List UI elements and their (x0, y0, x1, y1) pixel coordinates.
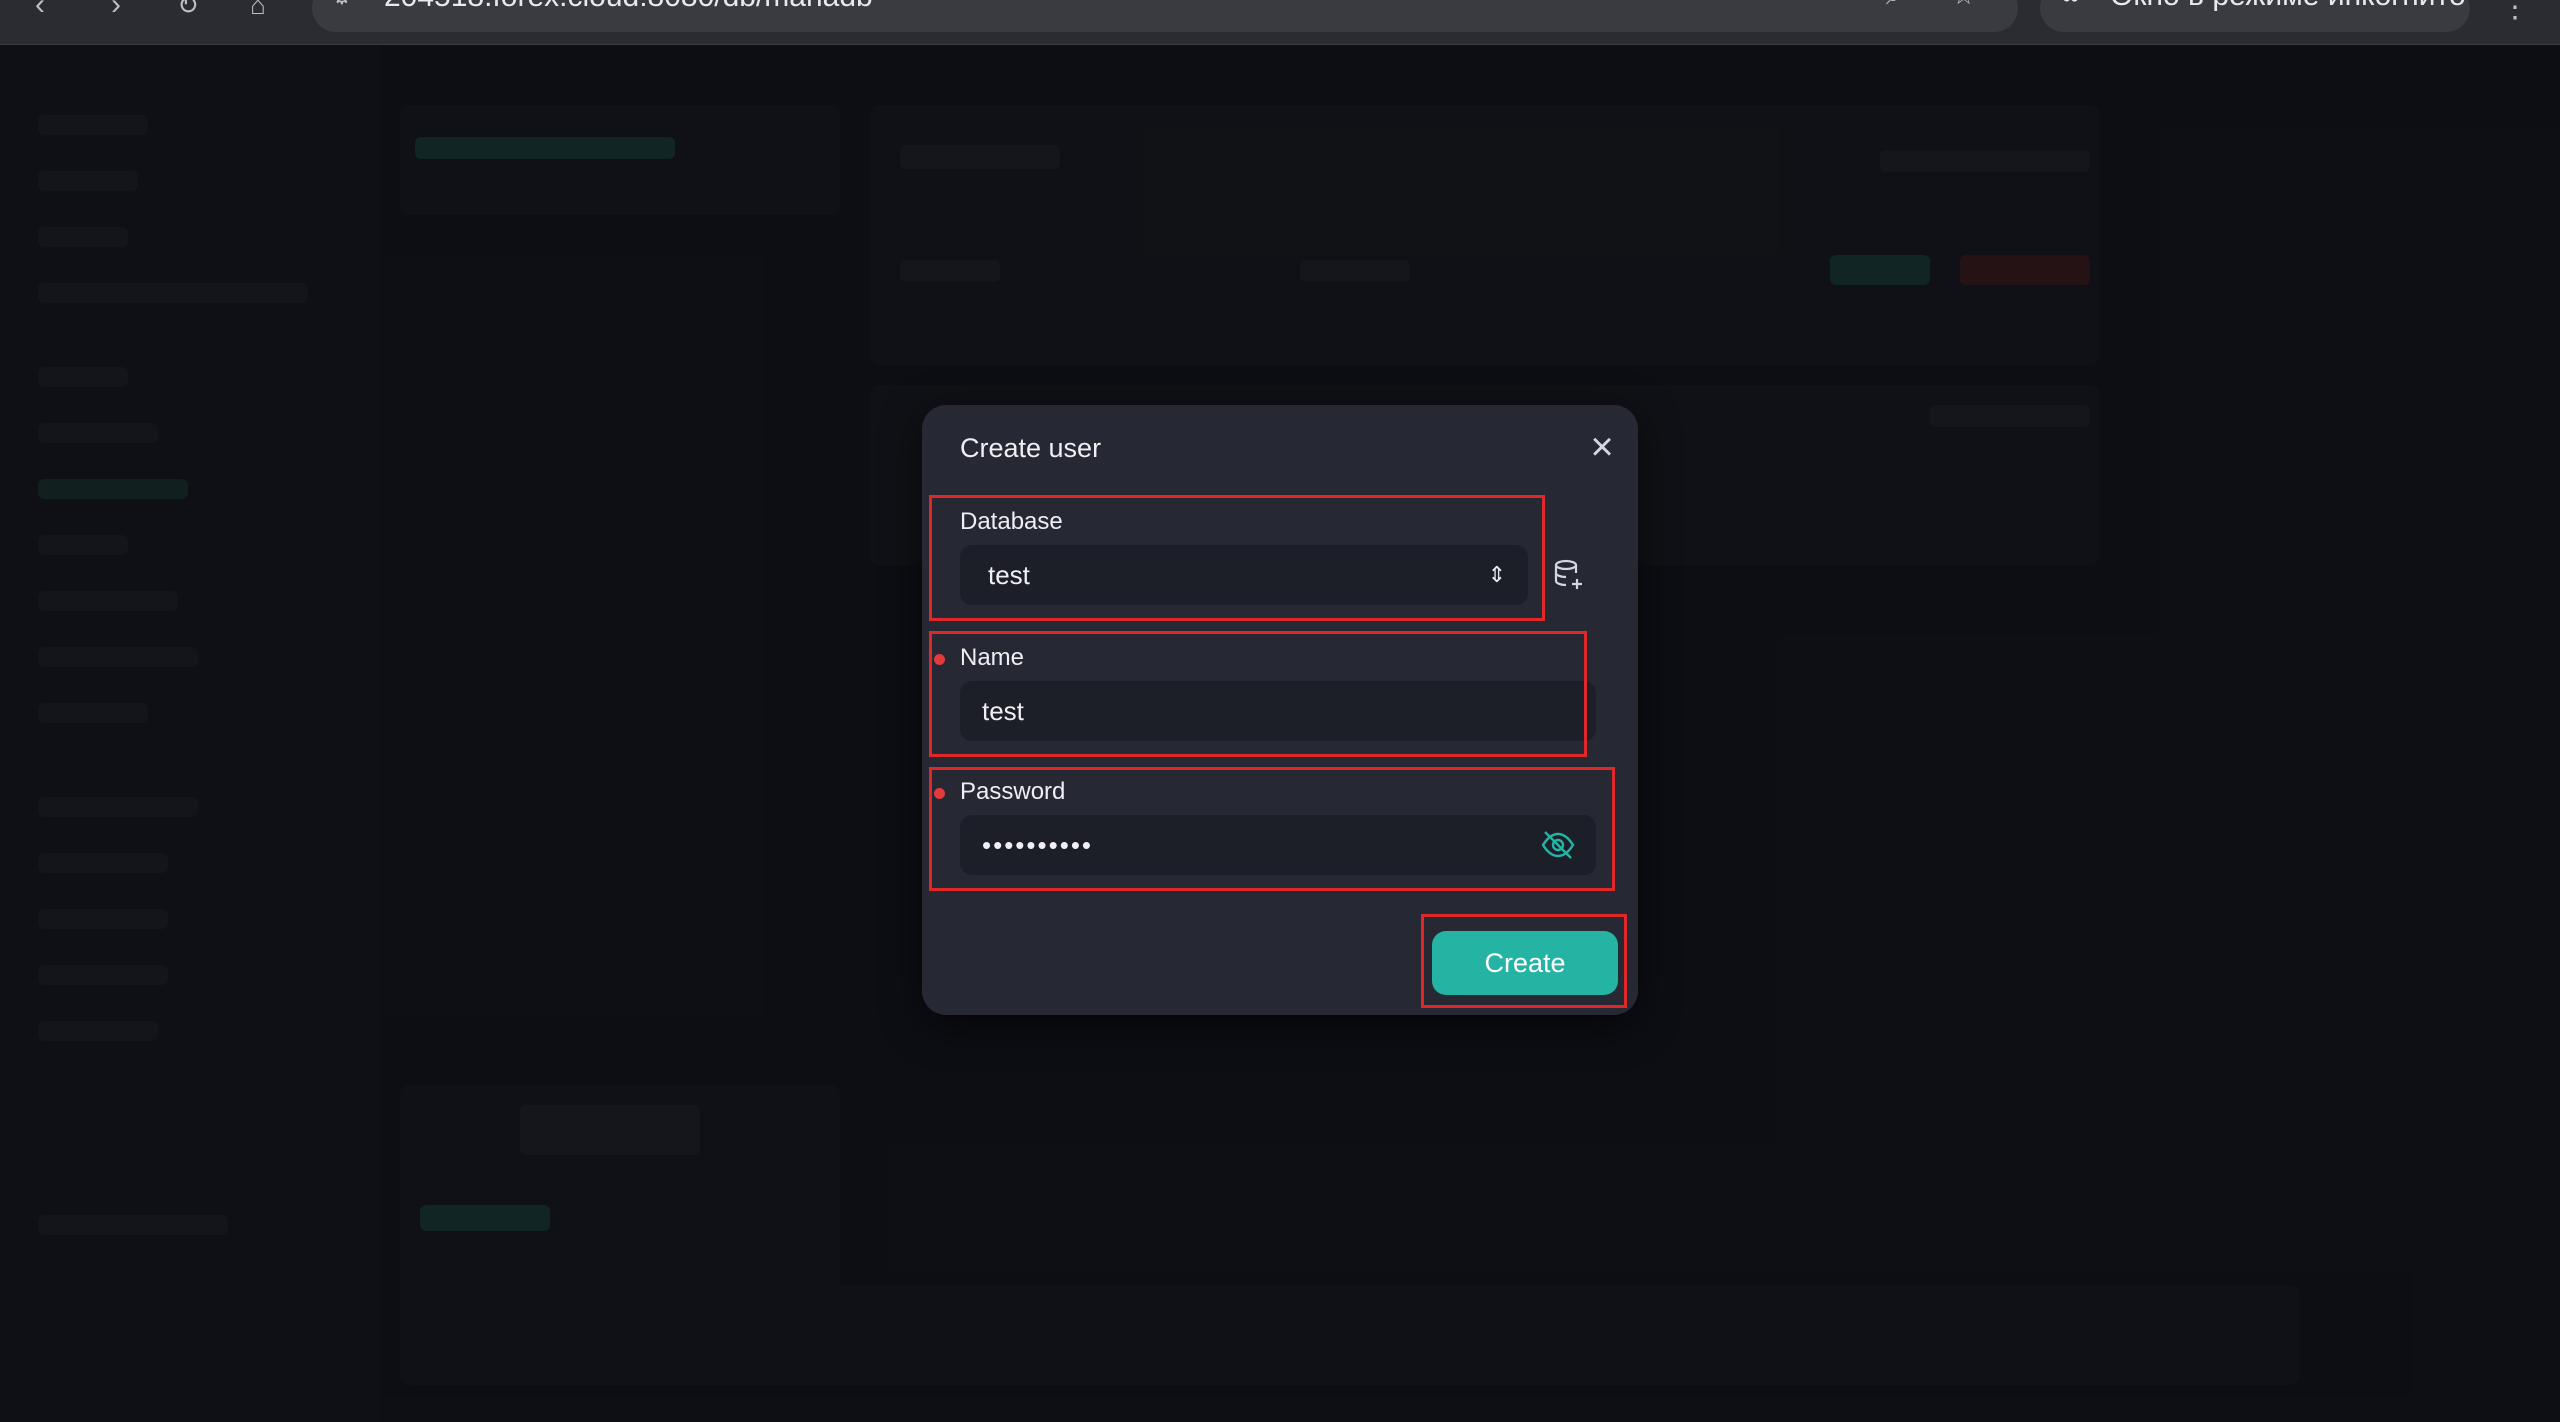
home-icon[interactable]: ⌂ (238, 0, 278, 24)
forward-icon[interactable]: › (96, 0, 136, 24)
search-icon[interactable]: ⌕ (1886, 0, 1901, 8)
site-info-icon[interactable]: ⚙ (332, 0, 352, 10)
highlight-password (929, 767, 1615, 891)
bookmark-star-icon[interactable]: ☆ (1952, 0, 1975, 8)
incognito-indicator[interactable]: ∞ Окно в режиме инкогнито (2040, 0, 2470, 32)
url-text: 204518.forex.cloud:8080/db/mariadb (384, 0, 873, 12)
highlight-name (929, 631, 1587, 757)
incognito-icon: ∞ (2062, 0, 2079, 10)
highlight-database (929, 495, 1545, 621)
close-icon[interactable]: × (1582, 427, 1622, 467)
reload-icon[interactable]: ↻ (168, 0, 208, 24)
database-add-icon[interactable] (1549, 555, 1589, 595)
incognito-label: Окно в режиме инкогнито (2110, 0, 2466, 11)
address-bar[interactable]: ⚙ 204518.forex.cloud:8080/db/mariadb ⌕ ☆ (312, 0, 2018, 32)
create-user-dialog: Create user × Database test ⇕ Name test … (922, 405, 1638, 1015)
highlight-create (1421, 914, 1627, 1008)
dialog-title: Create user (960, 433, 1102, 463)
back-icon[interactable]: ‹ (20, 0, 60, 24)
browser-toolbar: ‹ › ↻ ⌂ ⚙ 204518.forex.cloud:8080/db/mar… (0, 0, 2560, 45)
kebab-menu-icon[interactable]: ⋮ (2500, 0, 2530, 23)
